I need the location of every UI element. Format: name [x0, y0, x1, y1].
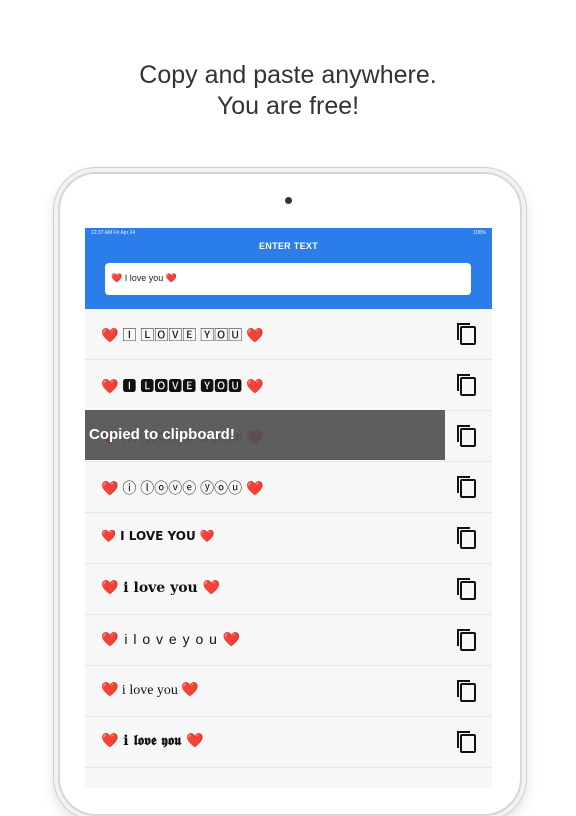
list-item[interactable]: ❤️ I LOVE YOU ❤️	[85, 513, 492, 564]
list-item[interactable]: ❤️ ⓘ ⓛⓞⓥⓔ ⓨⓞⓤ ❤️	[85, 462, 492, 513]
list-item[interactable]: ❤️ i love you ❤️	[85, 564, 492, 615]
toast: Copied to clipboard!	[85, 410, 445, 460]
style-text: ❤️ I LOVE YOU ❤️	[101, 529, 215, 543]
header-title: ENTER TEXT	[258, 241, 318, 251]
copy-icon[interactable]	[453, 575, 481, 603]
header: 12:37 AM Fri Apr 24 100% ENTER TEXT ❤️ I…	[85, 228, 492, 309]
style-text: ❤️ 🄸 🄻🄾🅅🄴 🅈🄾🅄 ❤️	[101, 327, 264, 343]
copy-icon[interactable]	[453, 728, 481, 756]
copy-icon[interactable]	[453, 422, 481, 450]
list-item[interactable]: ❤️ i 𝖑𝖔𝖛𝖊 𝖞𝖔𝖚 ❤️	[85, 717, 492, 768]
style-text: ❤️ ⓘ ⓛⓞⓥⓔ ⓨⓞⓤ ❤️	[101, 480, 264, 496]
list-item[interactable]: ❤️ i l o v e y o u ❤️	[85, 615, 492, 666]
copy-icon[interactable]	[453, 677, 481, 705]
copy-icon[interactable]	[453, 473, 481, 501]
styles-list: ❤️ 🄸 🄻🄾🅅🄴 🅈🄾🅄 ❤️ ❤️ 🅸 🅻🅾🆅🅴 🆈🅾🆄 ❤️ ❤️ ⒤ ⒧…	[85, 309, 492, 768]
toast-text: Copied to clipboard!	[89, 426, 235, 443]
copy-icon[interactable]	[453, 626, 481, 654]
style-text: ❤️ i l o v e y o u ❤️	[101, 631, 242, 647]
style-text: ❤️ i 𝖑𝖔𝖛𝖊 𝖞𝖔𝖚 ❤️	[101, 733, 204, 749]
copy-icon[interactable]	[453, 524, 481, 552]
status-time: 12:37 AM Fri Apr 24	[91, 230, 136, 236]
camera-icon	[285, 197, 292, 204]
list-item[interactable]: ❤️ 🅸 🅻🅾🆅🅴 🆈🅾🆄 ❤️	[85, 360, 492, 411]
promo-line-2: You are free!	[216, 92, 360, 120]
style-text: ❤️ 🅸 🅻🅾🆅🅴 🆈🅾🆄 ❤️	[101, 378, 264, 394]
list-item[interactable]: ❤️ 🄸 🄻🄾🅅🄴 🅈🄾🅄 ❤️	[85, 309, 492, 360]
input-value: ❤️ I love you ❤️	[111, 273, 177, 283]
style-text: ❤️ i love you ❤️	[101, 580, 221, 596]
copy-icon[interactable]	[453, 371, 481, 399]
text-input[interactable]: ❤️ I love you ❤️	[105, 263, 471, 295]
app-screen: 12:37 AM Fri Apr 24 100% ENTER TEXT ❤️ I…	[85, 228, 492, 788]
promo-line-1: Copy and paste anywhere.	[139, 61, 437, 89]
status-battery: 100%	[473, 230, 486, 236]
style-text: ❤️ i love you ❤️	[101, 683, 199, 698]
copy-icon[interactable]	[453, 320, 481, 348]
list-item[interactable]: ❤️ i love you ❤️	[85, 666, 492, 717]
